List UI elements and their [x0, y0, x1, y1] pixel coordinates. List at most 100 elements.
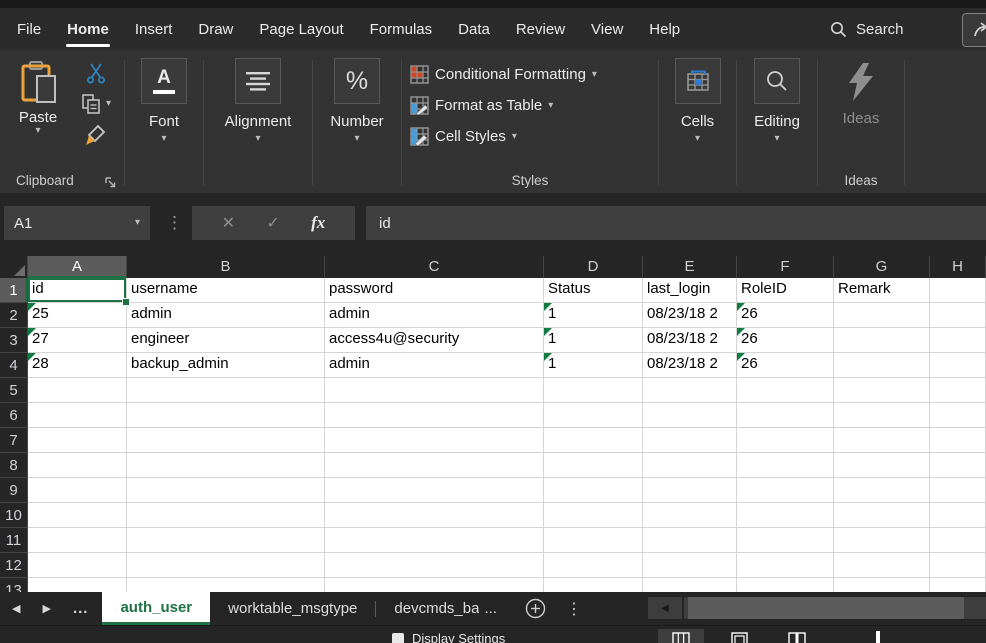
format-as-table-button[interactable]: Format as Table ▾	[410, 90, 658, 121]
enter-icon[interactable]: ✓	[266, 213, 279, 233]
cell-C11[interactable]	[325, 528, 544, 553]
menu-tab-home[interactable]: Home	[54, 8, 122, 50]
number-dropdown-icon[interactable]: ▾	[354, 134, 359, 144]
cell-F11[interactable]	[737, 528, 834, 553]
row-header-8[interactable]: 8	[0, 453, 28, 478]
cell-C13[interactable]	[325, 578, 544, 592]
cell-C10[interactable]	[325, 503, 544, 528]
cell-A10[interactable]	[28, 503, 127, 528]
cell-E1[interactable]: last_login	[643, 278, 737, 303]
cell-F12[interactable]	[737, 553, 834, 578]
horizontal-scrollbar[interactable]: ◀	[648, 597, 986, 619]
tab-worktable-msgtype[interactable]: worktable_msgtype	[210, 592, 375, 625]
cell-D5[interactable]	[544, 378, 643, 403]
cell-H4[interactable]	[930, 353, 986, 378]
cell-E8[interactable]	[643, 453, 737, 478]
menu-tab-data[interactable]: Data	[445, 8, 503, 50]
cell-E11[interactable]	[643, 528, 737, 553]
cell-G13[interactable]	[834, 578, 930, 592]
cell-styles-button[interactable]: Cell Styles ▾	[410, 121, 658, 152]
cell-G2[interactable]	[834, 303, 930, 328]
cut-icon[interactable]	[85, 62, 107, 84]
copy-dropdown-icon[interactable]: ▾	[106, 99, 111, 109]
font-dropdown-icon[interactable]: ▾	[161, 134, 166, 144]
cell-G4[interactable]	[834, 353, 930, 378]
cell-F8[interactable]	[737, 453, 834, 478]
cell-B4[interactable]: backup_admin	[127, 353, 325, 378]
cell-D2[interactable]: 1	[544, 303, 643, 328]
cell-E13[interactable]	[643, 578, 737, 592]
cell-G8[interactable]	[834, 453, 930, 478]
row-header-5[interactable]: 5	[0, 378, 28, 403]
cell-F2[interactable]: 26	[737, 303, 834, 328]
cell-A9[interactable]	[28, 478, 127, 503]
cell-H8[interactable]	[930, 453, 986, 478]
format-painter-icon[interactable]	[84, 124, 108, 146]
cell-B8[interactable]	[127, 453, 325, 478]
number-group-button[interactable]: % Number ▾	[313, 54, 401, 193]
select-all-corner[interactable]	[0, 256, 28, 278]
cell-D1[interactable]: Status	[544, 278, 643, 303]
cell-B2[interactable]: admin	[127, 303, 325, 328]
menu-tab-review[interactable]: Review	[503, 8, 578, 50]
column-header-D[interactable]: D	[544, 256, 643, 278]
editing-dropdown-icon[interactable]: ▾	[774, 134, 779, 144]
conditional-formatting-button[interactable]: Conditional Formatting ▾	[410, 59, 658, 90]
cell-C7[interactable]	[325, 428, 544, 453]
cell-A5[interactable]	[28, 378, 127, 403]
cell-G11[interactable]	[834, 528, 930, 553]
copy-icon[interactable]	[81, 93, 101, 115]
cell-D9[interactable]	[544, 478, 643, 503]
menu-tab-file[interactable]: File	[4, 8, 54, 50]
font-group-button[interactable]: A Font ▾	[125, 54, 203, 193]
clipboard-dialog-launcher-icon[interactable]	[105, 177, 116, 188]
page-layout-view-button[interactable]	[716, 629, 762, 643]
tab-devcmds[interactable]: devcmds_ba ...	[376, 592, 515, 625]
cell-B12[interactable]	[127, 553, 325, 578]
cell-F1[interactable]: RoleID	[737, 278, 834, 303]
name-box[interactable]: A1 ▾	[4, 206, 150, 240]
cell-C6[interactable]	[325, 403, 544, 428]
column-header-C[interactable]: C	[325, 256, 544, 278]
sheet-nav-right-icon[interactable]: ▶	[42, 602, 50, 615]
cell-H13[interactable]	[930, 578, 986, 592]
cell-D4[interactable]: 1	[544, 353, 643, 378]
scrollbar-track[interactable]	[684, 597, 986, 619]
cell-G12[interactable]	[834, 553, 930, 578]
column-header-H[interactable]: H	[930, 256, 986, 278]
cell-A2[interactable]: 25	[28, 303, 127, 328]
ideas-lightning-icon[interactable]	[844, 62, 878, 102]
cell-E10[interactable]	[643, 503, 737, 528]
cell-B3[interactable]: engineer	[127, 328, 325, 353]
row-header-11[interactable]: 11	[0, 528, 28, 553]
cell-H12[interactable]	[930, 553, 986, 578]
cell-G5[interactable]	[834, 378, 930, 403]
cell-A8[interactable]	[28, 453, 127, 478]
cell-E12[interactable]	[643, 553, 737, 578]
cell-B7[interactable]	[127, 428, 325, 453]
row-header-12[interactable]: 12	[0, 553, 28, 578]
share-button[interactable]	[962, 13, 986, 47]
cell-G10[interactable]	[834, 503, 930, 528]
scrollbar-thumb[interactable]	[688, 597, 964, 619]
row-header-9[interactable]: 9	[0, 478, 28, 503]
cell-A1[interactable]: id	[28, 278, 127, 303]
cell-H10[interactable]	[930, 503, 986, 528]
cell-F3[interactable]: 26	[737, 328, 834, 353]
row-header-7[interactable]: 7	[0, 428, 28, 453]
editing-group-button[interactable]: Editing ▾	[737, 54, 817, 193]
cell-B9[interactable]	[127, 478, 325, 503]
paste-dropdown-icon[interactable]: ▾	[12, 126, 64, 136]
cell-H7[interactable]	[930, 428, 986, 453]
row-header-1[interactable]: 1	[0, 278, 28, 303]
cell-E6[interactable]	[643, 403, 737, 428]
cell-D11[interactable]	[544, 528, 643, 553]
formula-bar-drag-handle[interactable]: ⋮	[166, 206, 183, 240]
cell-C8[interactable]	[325, 453, 544, 478]
cell-C1[interactable]: password	[325, 278, 544, 303]
cell-H6[interactable]	[930, 403, 986, 428]
cell-H9[interactable]	[930, 478, 986, 503]
row-header-6[interactable]: 6	[0, 403, 28, 428]
cell-A6[interactable]	[28, 403, 127, 428]
cell-A3[interactable]: 27	[28, 328, 127, 353]
